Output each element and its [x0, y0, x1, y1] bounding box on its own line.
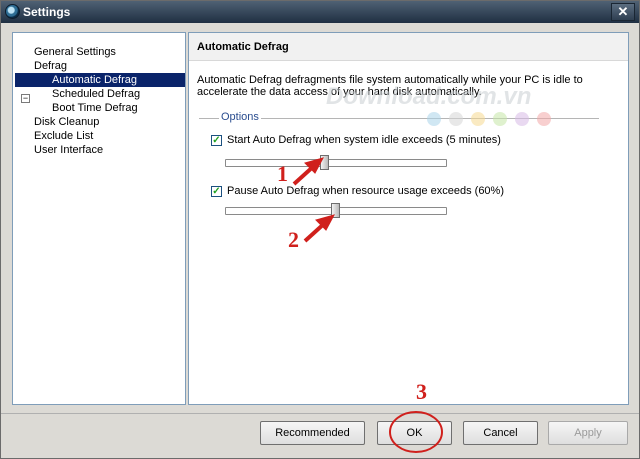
annotation-overlay [292, 157, 443, 453]
annotation-circle-ok [389, 411, 443, 453]
settings-window: Settings ✕ General Settings − Defrag Aut… [0, 0, 640, 459]
